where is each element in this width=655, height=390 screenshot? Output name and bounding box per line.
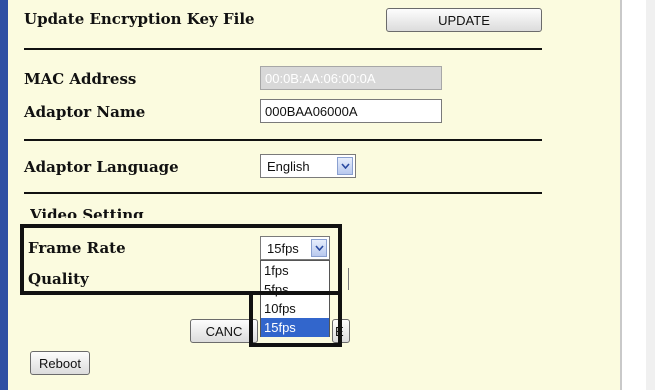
adaptor-name-input[interactable]: 000BAA06000A xyxy=(260,99,442,123)
adaptor-name-label: Adaptor Name xyxy=(24,103,146,121)
frame-rate-option[interactable]: 10fps xyxy=(261,299,329,318)
divider xyxy=(24,139,542,141)
frame-rate-option[interactable]: 1fps xyxy=(261,261,329,280)
update-button[interactable]: UPDATE xyxy=(386,8,542,32)
frame-rate-option[interactable]: 5fps xyxy=(261,280,329,299)
divider xyxy=(24,48,542,50)
quality-label: Quality xyxy=(28,270,89,288)
chevron-down-icon[interactable] xyxy=(311,239,327,257)
right-separator xyxy=(620,0,622,390)
reboot-button[interactable]: Reboot xyxy=(30,351,90,375)
chevron-down-icon[interactable] xyxy=(337,157,353,175)
left-border xyxy=(0,0,8,390)
right-scrollbar-strip xyxy=(646,0,655,390)
adaptor-language-label: Adaptor Language xyxy=(24,158,179,176)
frame-rate-select[interactable]: 15fps xyxy=(260,236,330,260)
adaptor-language-select[interactable]: English xyxy=(260,154,356,178)
frame-rate-option-selected[interactable]: 15fps xyxy=(261,318,329,337)
frame-rate-dropdown-list[interactable]: 1fps 5fps 10fps 15fps xyxy=(260,260,330,337)
mac-address-label: MAC Address xyxy=(24,70,137,88)
mac-address-field: 00:0B:AA:06:00:0A xyxy=(260,66,442,90)
cancel-button[interactable]: CANC xyxy=(190,319,258,343)
frame-rate-label: Frame Rate xyxy=(28,239,126,257)
encryption-key-label: Update Encryption Key File xyxy=(24,10,255,28)
save-button[interactable]: E xyxy=(332,319,350,343)
video-setting-heading: Video Setting xyxy=(30,206,144,218)
divider xyxy=(24,192,542,194)
frame-rate-value: 15fps xyxy=(267,240,299,256)
quality-select-edge xyxy=(343,268,349,290)
adaptor-language-value: English xyxy=(267,158,310,174)
